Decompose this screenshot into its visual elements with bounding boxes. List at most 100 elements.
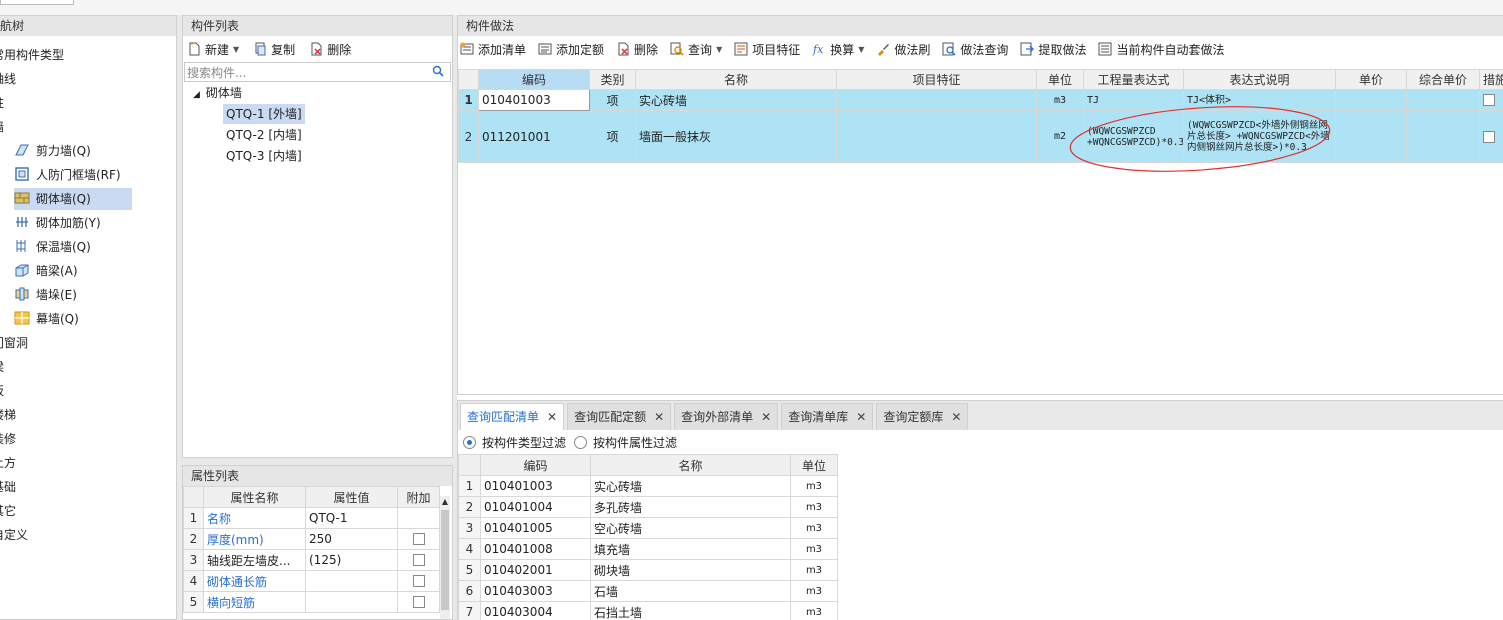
close-icon[interactable]: ✕ (547, 410, 557, 424)
component-item[interactable]: QTQ-1 [外墙] (223, 104, 305, 124)
splitter[interactable] (182, 458, 453, 465)
measure-cell[interactable] (1479, 110, 1503, 163)
attr-value[interactable]: 250 (305, 528, 398, 550)
delete-button[interactable]: 删除 (309, 41, 351, 58)
tree-item[interactable]: 楼梯 (0, 404, 16, 426)
query-row[interactable]: 2 010401004 多孔砖墙 m3 (458, 496, 838, 518)
extra-checkbox[interactable] (412, 575, 425, 587)
attr-value[interactable]: (125) (305, 549, 398, 571)
scroll-thumb[interactable] (441, 510, 449, 610)
query-col-unit[interactable]: 单位 (790, 454, 838, 476)
tree-item[interactable]: 人防门框墙(RF) (14, 164, 132, 186)
unit-cell[interactable]: m3 (790, 538, 838, 560)
method-toolbar-button[interactable]: fx 换算 ▼ (812, 41, 864, 58)
unit-cell[interactable]: m3 (790, 517, 838, 539)
attr-value[interactable] (305, 591, 398, 613)
close-icon[interactable]: ✕ (761, 410, 771, 424)
price-cell[interactable] (1335, 89, 1407, 111)
tree-item[interactable]: 梁 (0, 356, 4, 378)
attr-extra[interactable] (397, 591, 440, 613)
method-col-expr[interactable]: 工程量表达式 (1083, 69, 1184, 90)
attr-value[interactable]: QTQ-1 (305, 507, 398, 529)
tree-item[interactable]: 暗梁(A) (14, 260, 132, 282)
tree-item[interactable]: 幕墙(Q) (14, 308, 132, 330)
code-cell[interactable]: 010403004 (480, 601, 591, 620)
component-search-input[interactable]: 搜索构件... (184, 62, 451, 82)
tree-item[interactable]: 自定义 (0, 524, 28, 546)
method-col-feature[interactable]: 项目特征 (836, 69, 1037, 90)
query-row[interactable]: 6 010403003 石墙 m3 (458, 580, 838, 602)
attribute-row[interactable]: 5 横向短筋 (183, 591, 440, 613)
close-icon[interactable]: ✕ (951, 410, 961, 424)
tree-item[interactable]: 保温墙(Q) (14, 236, 132, 258)
tree-item[interactable]: 基础 (0, 476, 16, 498)
close-icon[interactable]: ✕ (654, 410, 664, 424)
method-col-unit[interactable]: 单位 (1036, 69, 1084, 90)
method-col-code[interactable]: 编码 (478, 69, 590, 90)
tree-item[interactable]: 砌体墙(Q) (14, 188, 132, 210)
tree-item[interactable]: 轴线 (0, 68, 16, 90)
tree-group-masonry-wall[interactable]: ◢ 砌体墙 (193, 83, 242, 103)
method-col-desc[interactable]: 表达式说明 (1183, 69, 1336, 90)
name-cell[interactable]: 填充墙 (590, 538, 791, 560)
name-cell[interactable]: 实心砖墙 (590, 475, 791, 497)
method-toolbar-button[interactable]: 提取做法 (1020, 41, 1086, 58)
name-cell[interactable]: 实心砖墙 (635, 89, 837, 111)
component-item[interactable]: QTQ-3 [内墙] (223, 146, 305, 166)
attribute-row[interactable]: 4 砌体通长筋 (183, 570, 440, 592)
query-tab[interactable]: 查询匹配定额 ✕ (567, 403, 672, 430)
code-cell[interactable]: 010401003 (480, 475, 591, 497)
method-toolbar-button[interactable]: 删除 (616, 41, 658, 58)
unit-cell[interactable]: m3 (790, 601, 838, 620)
method-toolbar-button[interactable]: 添加清单 (460, 41, 526, 58)
method-row[interactable]: 1 010401003 项 实心砖墙 m3 TJ TJ<体积> (458, 89, 1503, 111)
attribute-row[interactable]: 1 名称 QTQ-1 (183, 507, 440, 529)
total-cell[interactable] (1406, 89, 1480, 111)
unit-cell[interactable]: m3 (790, 475, 838, 497)
method-toolbar-button[interactable]: 当前构件自动套做法 (1098, 41, 1224, 58)
total-cell[interactable] (1406, 110, 1480, 163)
tree-item[interactable]: 板 (0, 380, 4, 402)
query-col-name[interactable]: 名称 (590, 454, 791, 476)
name-cell[interactable]: 墙面一般抹灰 (635, 110, 837, 163)
name-cell[interactable]: 石墙 (590, 580, 791, 602)
tree-item[interactable]: 装修 (0, 428, 16, 450)
name-cell[interactable]: 空心砖墙 (590, 517, 791, 539)
code-cell[interactable]: 010401005 (480, 517, 591, 539)
code-cell[interactable]: 010403003 (480, 580, 591, 602)
tree-item[interactable]: 其它 (0, 500, 16, 522)
query-tab[interactable]: 查询外部清单 ✕ (674, 403, 779, 430)
code-cell[interactable]: 010401003 (478, 89, 590, 111)
method-col-measure[interactable]: 措施 (1479, 69, 1503, 90)
extra-checkbox[interactable] (412, 596, 425, 608)
method-col-total[interactable]: 综合单价 (1406, 69, 1480, 90)
query-tab[interactable]: 查询定额库 ✕ (876, 403, 969, 430)
type-cell[interactable]: 项 (589, 110, 636, 163)
tree-item[interactable]: 土方 (0, 452, 16, 474)
query-tab[interactable]: 查询清单库 ✕ (781, 403, 874, 430)
method-col-name[interactable]: 名称 (635, 69, 837, 90)
name-cell[interactable]: 多孔砖墙 (590, 496, 791, 518)
name-cell[interactable]: 石挡土墙 (590, 601, 791, 620)
tree-item[interactable]: 剪力墙(Q) (14, 140, 132, 162)
price-cell[interactable] (1335, 110, 1407, 163)
unit-cell[interactable]: m3 (790, 559, 838, 581)
method-toolbar-button[interactable]: 添加定额 (538, 41, 604, 58)
name-cell[interactable]: 砌块墙 (590, 559, 791, 581)
query-row[interactable]: 4 010401008 填充墙 m3 (458, 538, 838, 560)
feature-cell[interactable] (836, 110, 1037, 163)
filter-by-type-radio[interactable]: 按构件类型过滤 (463, 434, 566, 451)
extra-checkbox[interactable] (412, 554, 425, 566)
close-icon[interactable]: ✕ (856, 410, 866, 424)
attribute-row[interactable]: 3 轴线距左墙皮... (125) (183, 549, 440, 571)
code-cell[interactable]: 010401008 (480, 538, 591, 560)
attribute-scrollbar[interactable]: ▲ (440, 496, 450, 619)
type-cell[interactable]: 项 (589, 89, 636, 111)
query-row[interactable]: 5 010402001 砌块墙 m3 (458, 559, 838, 581)
tree-item[interactable]: 门窗洞 (0, 332, 28, 354)
feature-cell[interactable] (836, 89, 1037, 111)
code-cell[interactable]: 010401004 (480, 496, 591, 518)
attr-value[interactable] (305, 570, 398, 592)
unit-cell[interactable]: m3 (790, 580, 838, 602)
attr-extra[interactable] (397, 549, 440, 571)
